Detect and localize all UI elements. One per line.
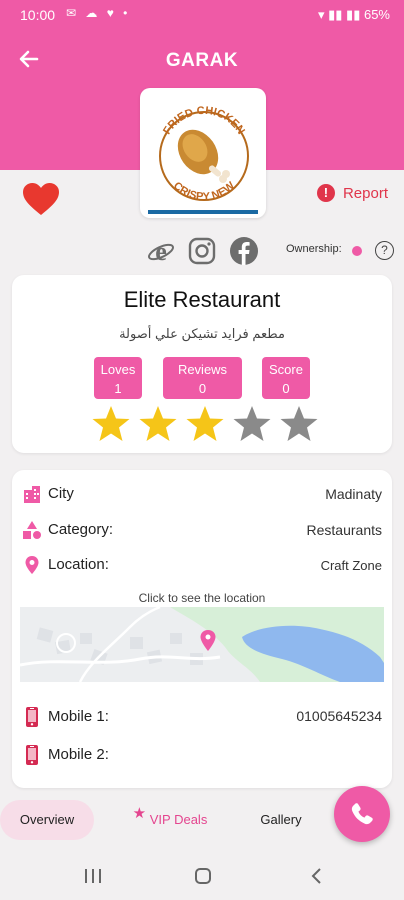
mobile-phone-icon: [22, 744, 42, 765]
home-icon[interactable]: [188, 864, 218, 888]
star-icon: [186, 406, 224, 441]
restaurant-arabic-name: مطعم فرايد تشيكن علي أصولة: [119, 326, 285, 341]
recent-apps-icon[interactable]: [78, 864, 108, 888]
svg-text:e: e: [155, 237, 167, 266]
alert-icon: !: [316, 184, 335, 202]
help-icon[interactable]: ?: [375, 241, 394, 260]
map-hint: Click to see the location: [138, 591, 266, 605]
star-icon: [139, 406, 177, 441]
facebook-icon[interactable]: [229, 236, 259, 266]
location-label: Location:: [48, 556, 109, 573]
city-label: City: [48, 485, 74, 502]
details-card: City Madinaty Category: Restaurants Loca…: [12, 470, 392, 788]
tab-overview[interactable]: Overview: [0, 800, 94, 840]
category-value: Restaurants: [306, 522, 382, 538]
svg-text:FRIED CHICKEN: FRIED CHICKEN: [161, 105, 247, 137]
ownership-label: Ownership:: [286, 243, 342, 255]
category-label: Category:: [48, 521, 114, 538]
stat-value: 1: [114, 381, 122, 396]
mobile1-label: Mobile 1:: [48, 708, 109, 725]
stat-label: Reviews: [177, 362, 228, 377]
app-title: GARAK: [165, 50, 239, 71]
phone-icon: [351, 803, 373, 825]
restaurant-name: Elite Restaurant: [123, 287, 281, 312]
internet-explorer-icon[interactable]: e: [146, 236, 176, 266]
tab-gallery[interactable]: Gallery: [246, 800, 316, 840]
tab-vip-deals[interactable]: ★ VIP Deals: [120, 800, 220, 840]
stat-value: 0: [282, 381, 290, 396]
svg-text:CRISPY NEW: CRISPY NEW: [171, 179, 238, 203]
mobile1-value[interactable]: 01005645234: [296, 708, 382, 724]
stat-label: Score: [269, 362, 303, 377]
tab-label: Gallery: [260, 812, 302, 827]
system-nav-bar: [0, 852, 404, 900]
stat-label: Loves: [100, 362, 136, 377]
call-button[interactable]: [334, 786, 390, 842]
logo-text-bottom: CRISPY NEW: [171, 179, 238, 203]
status-bar: 10:00 ✉ ☁ ♥ • ▾ ▮▮ ▮▮ 65%: [0, 0, 404, 30]
location-pin-icon: [22, 555, 42, 575]
report-label: Report: [342, 184, 388, 202]
rating-stars: [90, 403, 320, 445]
status-time: 10:00: [20, 7, 56, 23]
star-icon: [233, 406, 271, 441]
location-value: Craft Zone: [320, 558, 382, 573]
category-shapes-icon: [22, 520, 42, 540]
heart-icon[interactable]: [22, 182, 60, 216]
city-value: Madinaty: [325, 486, 382, 502]
restaurant-logo: FRIED CHICKEN CRISPY NEW: [140, 88, 266, 218]
mobile2-label: Mobile 2:: [48, 746, 109, 763]
instagram-icon[interactable]: [187, 236, 217, 266]
stat-value: 0: [198, 381, 207, 396]
report-button[interactable]: ! Report: [316, 184, 388, 202]
star-icon: [92, 406, 130, 441]
back-nav-icon[interactable]: [302, 864, 332, 888]
notification-icons: ✉ ☁ ♥ •: [66, 6, 131, 20]
loves-stat: Loves 1: [94, 357, 142, 399]
logo-text-top: FRIED CHICKEN: [161, 105, 247, 137]
restaurant-info-card: Elite Restaurant مطعم فرايد تشيكن علي أص…: [12, 275, 392, 453]
reviews-stat: Reviews 0: [163, 357, 242, 399]
score-stat: Score 0: [262, 357, 310, 399]
star-icon: [280, 406, 318, 441]
battery-level: 65%: [363, 7, 390, 22]
mobile-phone-icon: [22, 706, 42, 727]
star-icon: ★: [132, 805, 147, 822]
status-right: ▾ ▮▮ ▮▮ 65%: [318, 7, 390, 23]
location-map[interactable]: [20, 607, 384, 682]
signal-icon: ▾ ▮▮ ▮▮: [317, 7, 364, 22]
logo-underline: [148, 210, 258, 214]
building-icon: [22, 484, 42, 504]
tab-label: Overview: [19, 812, 75, 827]
ownership-status-dot: [352, 246, 362, 256]
tab-label: VIP Deals: [149, 812, 208, 827]
